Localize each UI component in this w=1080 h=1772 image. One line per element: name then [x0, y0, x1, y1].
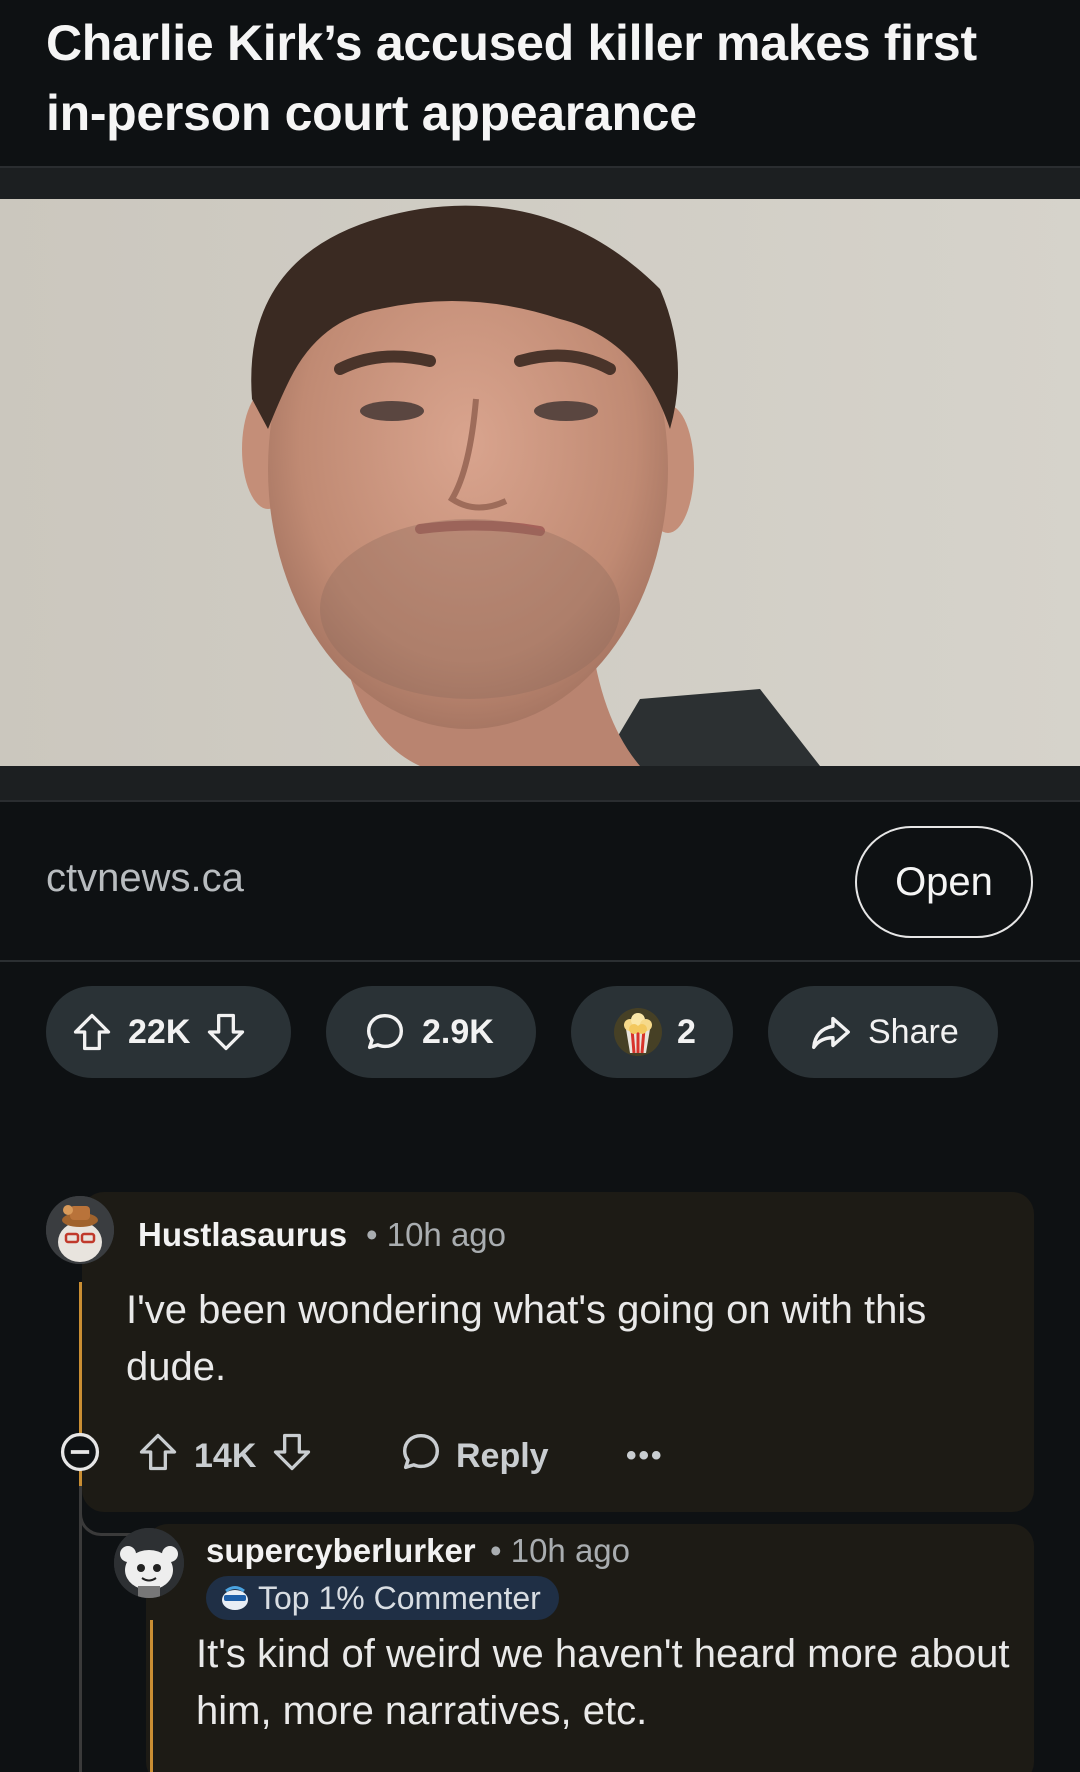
comment-body: I've been wondering what's going on with… [126, 1288, 927, 1389]
thread-line[interactable] [79, 1508, 82, 1772]
comment-score: 14K [194, 1436, 257, 1475]
comment-username[interactable]: Hustlasaurus [138, 1216, 347, 1254]
more-options-button[interactable]: ••• [626, 1426, 664, 1486]
reply-label: Reply [456, 1436, 549, 1475]
avatar[interactable] [46, 1196, 114, 1264]
flair-label: Top 1% Commenter [258, 1579, 541, 1616]
reply-button[interactable]: Reply [398, 1426, 549, 1486]
upvote-icon[interactable] [136, 1430, 180, 1483]
reply-icon [398, 1429, 444, 1484]
comments-button[interactable]: 2.9K [326, 986, 536, 1078]
downvote-icon[interactable] [204, 1010, 248, 1054]
comment-timestamp: • 10h ago [366, 1216, 507, 1253]
popcorn-award-icon [611, 1005, 665, 1059]
sunglasses-snoo-icon [220, 1585, 250, 1611]
comment-vote-bar: 14K [136, 1426, 314, 1486]
comment-count: 2.9K [422, 1012, 494, 1051]
share-icon [808, 1009, 854, 1055]
post-title[interactable]: Charlie Kirk’s accused killer makes firs… [46, 8, 1046, 148]
post-score: 22K [128, 1012, 191, 1051]
collapse-button[interactable] [58, 1426, 102, 1486]
user-flair-badge: Top 1% Commenter [206, 1576, 559, 1620]
avatar[interactable] [114, 1528, 184, 1598]
upvote-icon[interactable] [70, 1010, 114, 1054]
share-label: Share [868, 1012, 959, 1051]
link-preview-bar[interactable]: ctvnews.ca Open [0, 802, 1080, 962]
comment-timestamp: • 10h ago [490, 1532, 631, 1569]
comment-icon [362, 1009, 408, 1055]
award-button[interactable]: 2 [571, 986, 733, 1078]
open-link-button[interactable]: Open [855, 826, 1033, 938]
post-vote-bar: 22K [46, 986, 291, 1078]
thread-line[interactable] [150, 1620, 153, 1772]
comment-username[interactable]: supercyberlurker [206, 1532, 476, 1570]
downvote-icon[interactable] [270, 1430, 314, 1483]
award-count: 2 [677, 1012, 696, 1051]
post-image[interactable] [0, 199, 1080, 766]
reply-thread-connector [79, 1486, 139, 1536]
collapse-icon [58, 1430, 102, 1483]
link-domain[interactable]: ctvnews.ca [46, 856, 244, 901]
comment-body: It's kind of weird we haven't heard more… [196, 1632, 1010, 1733]
share-button[interactable]: Share [768, 986, 998, 1078]
